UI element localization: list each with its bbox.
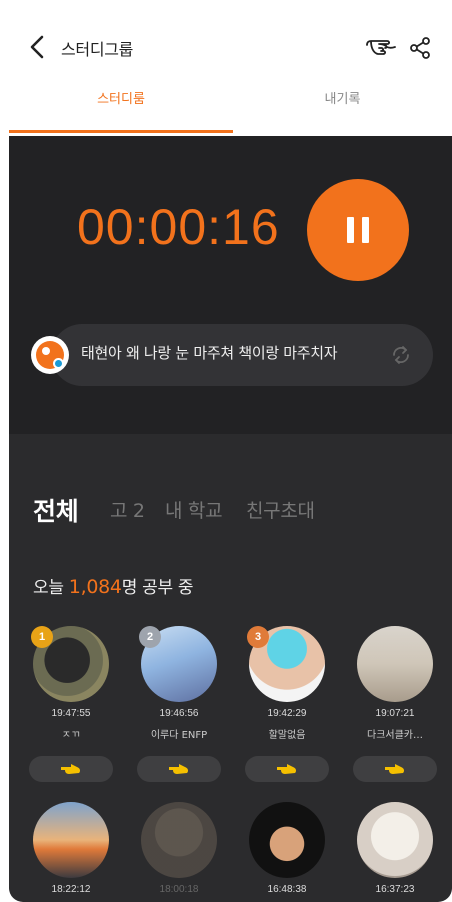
pointing-hand-icon [61,764,81,774]
page-title: 스터디그룹 [61,40,134,59]
study-panel: 00:00:16 태현아 왜 나랑 눈 마주쳐 책이랑 마주치자 전체 고 2 … [9,136,452,902]
back-arrow-icon[interactable] [27,34,49,60]
filter-all[interactable]: 전체 [33,492,79,528]
tab-bar: 스터디룸 내기록 [9,80,452,136]
today-prefix: 오늘 [33,578,69,598]
study-timer: 00:00:16 [77,199,280,255]
filter-invite-friends[interactable]: 친구초대 [246,496,315,523]
pause-icon [347,217,354,243]
poke-button[interactable] [137,756,221,782]
header: 스터디그룹 [9,0,452,88]
pause-icon-bar [362,217,369,243]
user-name: 이루다 ENFP [150,730,208,741]
poke-hand-icon[interactable] [365,33,399,61]
rank-badge-bronze: 3 [247,626,269,648]
avatar [357,626,433,702]
filter-tabs: 전체 고 2 내 학교 친구초대 [33,496,433,536]
today-count-number: 1,084 [68,576,122,598]
rank-badge-silver: 2 [139,626,161,648]
filter-my-school[interactable]: 내 학교 [165,496,223,523]
avatar [249,802,325,878]
user-name: 다크서클카… [367,730,423,741]
today-suffix: 명 공부 중 [121,578,194,598]
study-time: 19:46:56 [159,708,199,719]
study-time: 19:42:29 [267,708,307,719]
refresh-icon[interactable] [389,343,413,367]
pause-button[interactable] [307,179,409,281]
tab-studyroom[interactable]: 스터디룸 [9,80,233,132]
message-avatar [31,336,69,374]
user-name: ㅈㄲ [61,730,81,741]
tab-my-records[interactable]: 내기록 [233,80,452,132]
study-time: 19:07:21 [375,708,415,719]
study-time: 18:00:18 [159,884,199,895]
avatar [357,802,433,878]
avatar [141,802,217,878]
study-time: 16:48:38 [267,884,307,895]
study-time: 18:22:12 [51,884,91,895]
pointing-hand-icon [277,764,297,774]
poke-button[interactable] [29,756,113,782]
timer-section: 00:00:16 태현아 왜 나랑 눈 마주쳐 책이랑 마주치자 [9,136,452,434]
avatar [33,802,109,878]
user-name: 할말없음 [268,730,306,741]
filter-grade[interactable]: 고 2 [110,496,145,523]
today-count: 오늘 1,084명 공부 중 [33,573,194,598]
share-icon[interactable] [408,36,432,60]
study-time: 16:37:23 [375,884,415,895]
study-time: 19:47:55 [51,708,91,719]
rank-badge-gold: 1 [31,626,53,648]
status-message-text: 태현아 왜 나랑 눈 마주쳐 책이랑 마주치자 [81,344,338,362]
poke-button[interactable] [353,756,437,782]
active-tab-indicator [9,130,233,133]
poke-button[interactable] [245,756,329,782]
app-frame: 스터디그룹 스터디룸 내기록 00:00:16 태현아 왜 나랑 눈 마주쳐 책… [9,0,452,902]
pointing-hand-icon [169,764,189,774]
pointing-hand-icon [385,764,405,774]
